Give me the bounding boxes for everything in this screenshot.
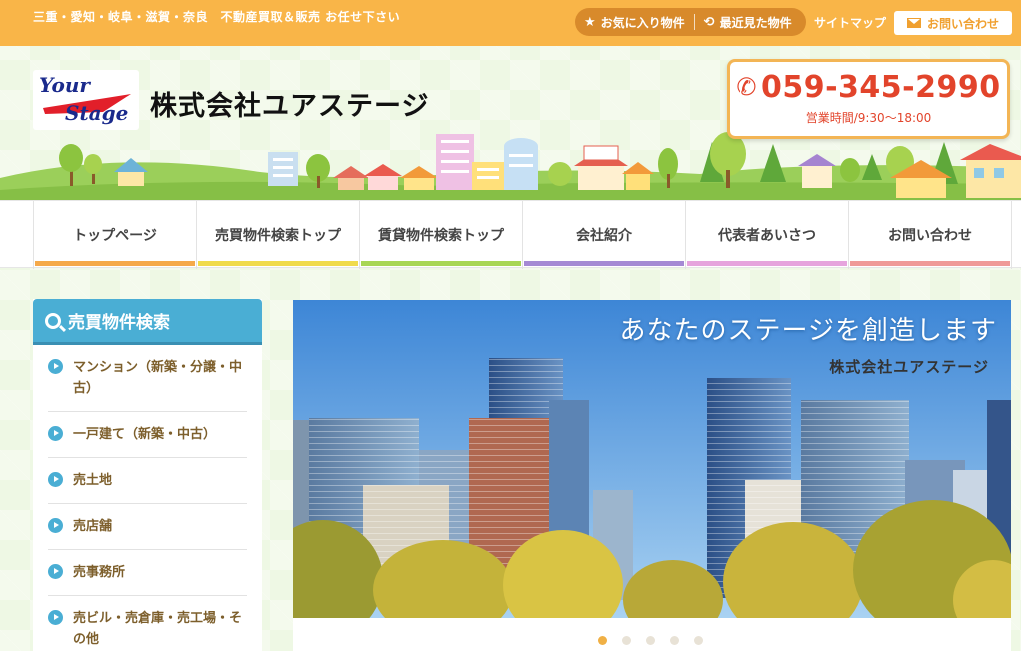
hero-subtitle: 株式会社ユアステージ: [829, 358, 989, 376]
arrow-circle-icon: [48, 518, 63, 533]
phone-icon: ✆: [736, 73, 757, 101]
sale-search-sidebar: 売買物件検索 マンション（新築・分譲・中古） 一戸建て（新築・中古） 売土地 売…: [33, 299, 262, 651]
hero-slider[interactable]: あなたのステージを創造します 株式会社ユアステージ: [293, 300, 1011, 618]
phone-box[interactable]: ✆ 059-345-2990 営業時間/9:30〜18:00: [727, 59, 1010, 139]
user-shortcuts: ★ お気に入り物件 ⟲ 最近見た物件: [575, 8, 806, 36]
nav-color-bar: [687, 261, 847, 266]
business-hours: 営業時間/9:30〜18:00: [805, 111, 932, 125]
sidebar-item-label: 売土地: [73, 473, 113, 488]
slider-pagination: [598, 636, 718, 645]
global-nav-list: トップページ 売買物件検索トップ 賃貸物件検索トップ 会社紹介 代表者あいさつ …: [33, 201, 1012, 269]
history-icon: ⟲: [703, 14, 715, 30]
nav-color-bar: [361, 261, 521, 266]
recent-label: 最近見た物件: [719, 15, 792, 30]
mail-icon: [906, 18, 921, 28]
sidebar-item-label: 売店舗: [73, 519, 113, 534]
global-nav: トップページ 売買物件検索トップ 賃貸物件検索トップ 会社紹介 代表者あいさつ …: [0, 200, 1021, 269]
sitemap-link[interactable]: サイトマップ: [814, 14, 886, 31]
sidebar-item-shop[interactable]: 売店舗: [48, 504, 247, 550]
phone-number-text: 059-345-2990: [760, 70, 1001, 105]
nav-color-bar: [35, 261, 195, 266]
nav-item-top[interactable]: トップページ: [33, 201, 196, 269]
phone-number[interactable]: ✆ 059-345-2990: [730, 70, 1007, 105]
contact-button-top[interactable]: お問い合わせ: [894, 11, 1012, 35]
arrow-circle-icon: [48, 472, 63, 487]
sidebar-item-label: 売ビル・売倉庫・売工場・その他: [73, 611, 243, 647]
arrow-circle-icon: [48, 610, 63, 625]
sidebar-title: 売買物件検索: [68, 313, 170, 333]
nav-item-label: お問い合わせ: [888, 228, 972, 244]
nav-item-label: 賃貸物件検索トップ: [378, 228, 504, 244]
nav-color-bar: [850, 261, 1010, 266]
nav-color-bar: [198, 261, 358, 266]
sidebar-item-land[interactable]: 売土地: [48, 458, 247, 504]
logo-text-your: Your: [39, 73, 91, 97]
slider-footer: [293, 618, 1011, 651]
arrow-circle-icon: [48, 564, 63, 579]
sidebar-list: マンション（新築・分譲・中古） 一戸建て（新築・中古） 売土地 売店舗 売事務所…: [33, 345, 262, 651]
nav-item-label: 売買物件検索トップ: [215, 228, 341, 244]
sidebar-item-label: 売事務所: [73, 565, 126, 580]
nav-item-label: 代表者あいさつ: [718, 228, 816, 244]
search-icon: [45, 312, 61, 329]
sidebar-item-label: マンション（新築・分譲・中古）: [73, 360, 243, 396]
slider-dot[interactable]: [646, 636, 655, 645]
sidebar-header: 売買物件検索: [33, 299, 262, 345]
nav-item-rent-search[interactable]: 賃貸物件検索トップ: [359, 201, 522, 269]
slider-dot[interactable]: [598, 636, 607, 645]
company-logo[interactable]: Your Stage: [33, 70, 139, 130]
nav-item-company[interactable]: 会社紹介: [522, 201, 685, 269]
contact-label: お問い合わせ: [926, 16, 999, 31]
sidebar-item-mansion[interactable]: マンション（新築・分譲・中古）: [48, 345, 247, 412]
nav-item-sale-search[interactable]: 売買物件検索トップ: [196, 201, 359, 269]
sidebar-item-house[interactable]: 一戸建て（新築・中古）: [48, 412, 247, 458]
hero-skyline-image: [293, 300, 1011, 618]
sidebar-item-label: 一戸建て（新築・中古）: [73, 427, 217, 442]
favorites-label: お気に入り物件: [600, 15, 685, 30]
nav-item-label: 会社紹介: [576, 228, 632, 244]
recent-link[interactable]: ⟲ 最近見た物件: [695, 14, 801, 31]
slider-dot[interactable]: [694, 636, 703, 645]
company-name: 株式会社ユアステージ: [150, 91, 430, 122]
slider-dot[interactable]: [622, 636, 631, 645]
star-icon: ★: [584, 14, 596, 30]
sidebar-item-building-other[interactable]: 売ビル・売倉庫・売工場・その他: [48, 596, 247, 651]
logo-text-stage: Stage: [65, 101, 128, 125]
nav-item-contact[interactable]: お問い合わせ: [848, 201, 1012, 269]
sidebar-item-office[interactable]: 売事務所: [48, 550, 247, 596]
favorites-link[interactable]: ★ お気に入り物件: [575, 14, 694, 31]
nav-color-bar: [524, 261, 684, 266]
hero-title: あなたのステージを創造します: [619, 316, 997, 346]
nav-item-label: トップページ: [73, 228, 157, 244]
nav-item-greeting[interactable]: 代表者あいさつ: [685, 201, 848, 269]
top-bar: 三重・愛知・岐阜・滋賀・奈良 不動産買取＆販売 お任せ下さい ★ お気に入り物件…: [0, 0, 1021, 46]
slider-dot[interactable]: [670, 636, 679, 645]
arrow-circle-icon: [48, 359, 63, 374]
arrow-circle-icon: [48, 426, 63, 441]
site-tagline: 三重・愛知・岐阜・滋賀・奈良 不動産買取＆販売 お任せ下さい: [33, 10, 401, 24]
